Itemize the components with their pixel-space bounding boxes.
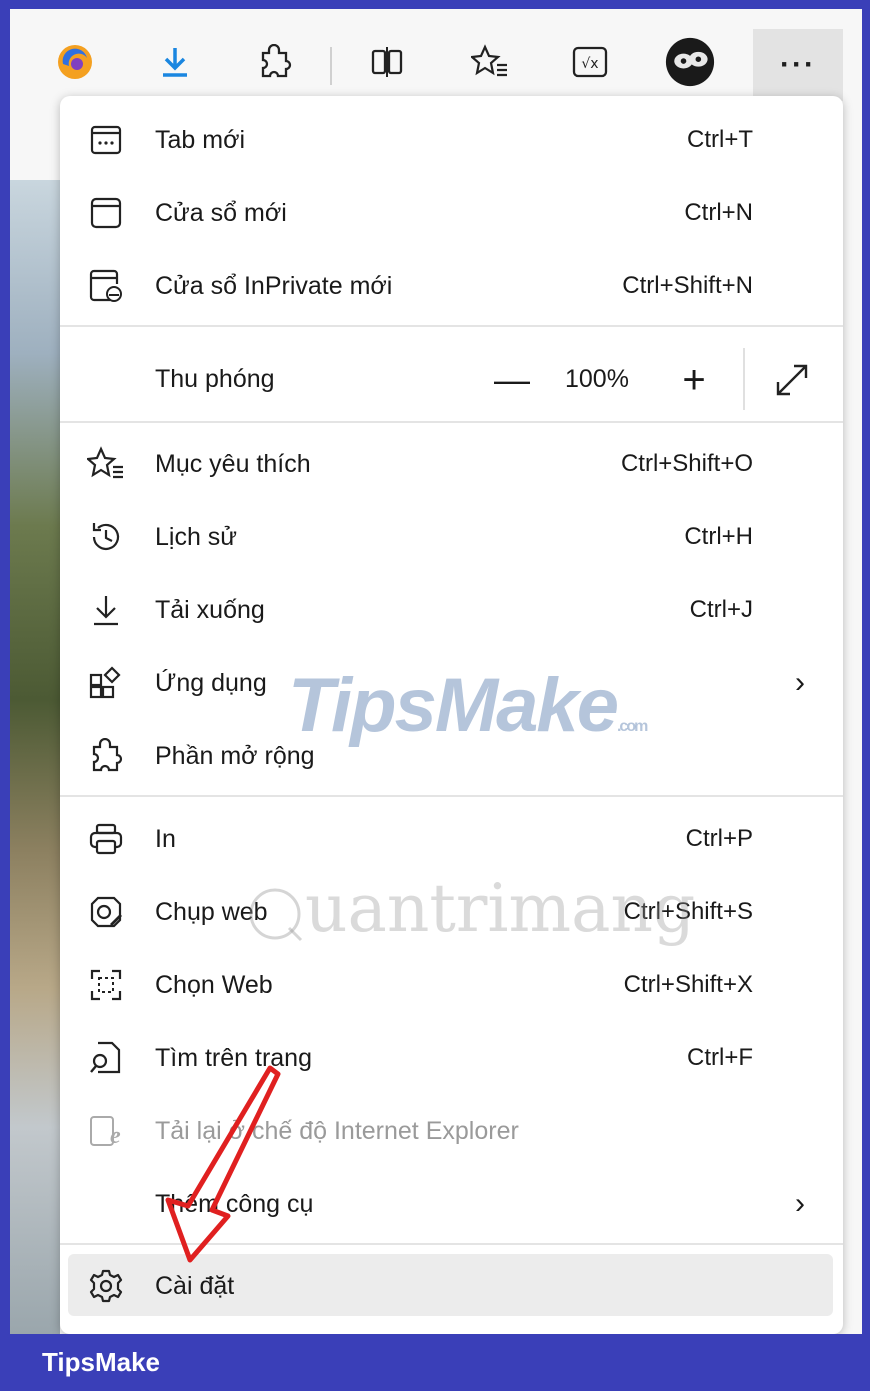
web-capture-icon	[86, 892, 126, 932]
apps-icon	[86, 663, 126, 703]
svg-text:e: e	[110, 1123, 121, 1149]
menu-item-label: Cửa sổ InPrivate mới	[155, 272, 393, 300]
svg-text:√x: √x	[581, 56, 598, 72]
menu-item-label: Mục yêu thích	[155, 450, 311, 478]
menu-item-shortcut: Ctrl+Shift+X	[623, 971, 753, 998]
menu-item-favorites[interactable]: Mục yêu thích Ctrl+Shift+O	[60, 432, 843, 496]
extensions-icon	[86, 736, 126, 776]
download-icon[interactable]	[150, 37, 200, 87]
edge-profile-icon[interactable]	[50, 37, 100, 87]
toolbar-separator	[330, 47, 332, 85]
favorites-icon[interactable]	[465, 37, 515, 87]
zoom-value: 100%	[565, 365, 629, 393]
tipsmake-watermark: TipsMake.com	[288, 663, 648, 748]
menu-divider	[60, 795, 843, 797]
menu-item-inprivate-window[interactable]: Cửa sổ InPrivate mới Ctrl+Shift+N	[60, 254, 843, 318]
menu-item-label: Tải xuống	[155, 596, 265, 624]
menu-item-print[interactable]: In Ctrl+P	[60, 807, 843, 871]
menu-item-downloads[interactable]: Tải xuống Ctrl+J	[60, 578, 843, 642]
menu-item-web-select[interactable]: Chọn Web Ctrl+Shift+X	[60, 953, 843, 1017]
split-screen-icon[interactable]	[362, 37, 412, 87]
avatar[interactable]	[665, 37, 715, 87]
menu-item-shortcut: Ctrl+N	[684, 199, 753, 226]
browser-toolbar: √x ···	[10, 9, 862, 101]
internet-explorer-icon: e	[86, 1111, 126, 1151]
menu-item-label: Cửa sổ mới	[155, 199, 287, 227]
menu-item-shortcut: Ctrl+Shift+N	[622, 272, 753, 299]
web-select-icon	[86, 965, 126, 1005]
menu-item-label: Ứng dụng	[155, 669, 267, 697]
math-solver-icon[interactable]: √x	[565, 37, 615, 87]
menu-item-shortcut: Ctrl+F	[687, 1044, 753, 1071]
menu-item-shortcut: Ctrl+H	[684, 523, 753, 550]
menu-item-shortcut: Ctrl+T	[687, 126, 753, 153]
chevron-right-icon: ›	[795, 1187, 805, 1220]
menu-item-label: Chọn Web	[155, 971, 273, 999]
gear-icon	[86, 1266, 126, 1306]
print-icon	[86, 819, 126, 859]
history-icon	[86, 517, 126, 557]
background-photo	[10, 180, 60, 1335]
new-tab-icon	[86, 120, 126, 160]
menu-divider	[60, 325, 843, 327]
menu-divider	[60, 421, 843, 423]
menu-item-new-tab[interactable]: Tab mới Ctrl+T	[60, 108, 843, 172]
menu-item-shortcut: Ctrl+J	[689, 596, 753, 623]
menu-item-history[interactable]: Lịch sử Ctrl+H	[60, 505, 843, 569]
zoom-in-button[interactable]: +	[672, 358, 716, 402]
footer-brand: TipsMake	[42, 1347, 161, 1377]
download-icon	[86, 590, 126, 630]
chevron-right-icon: ›	[795, 666, 805, 699]
menu-item-label: Tab mới	[155, 126, 246, 154]
more-options-button[interactable]: ···	[753, 29, 843, 101]
menu-item-label: In	[155, 825, 176, 853]
footer-bar: TipsMake	[10, 1334, 862, 1391]
new-window-icon	[86, 193, 126, 233]
zoom-label: Thu phóng	[155, 365, 275, 393]
zoom-row: Thu phóng — 100% +	[60, 336, 843, 422]
fullscreen-icon[interactable]	[770, 358, 814, 402]
inprivate-window-icon	[86, 266, 126, 306]
zoom-separator	[743, 348, 745, 410]
menu-item-new-window[interactable]: Cửa sổ mới Ctrl+N	[60, 181, 843, 245]
zoom-out-button[interactable]: —	[490, 358, 534, 402]
menu-item-label: Lịch sử	[155, 523, 238, 551]
extensions-icon[interactable]	[250, 37, 300, 87]
favorites-icon	[86, 444, 126, 484]
quantrimang-watermark: uantrimang	[245, 870, 695, 947]
find-on-page-icon	[86, 1038, 126, 1078]
red-arrow-annotation	[165, 1065, 281, 1263]
menu-item-shortcut: Ctrl+P	[685, 825, 753, 852]
menu-item-shortcut: Ctrl+Shift+O	[620, 450, 753, 477]
